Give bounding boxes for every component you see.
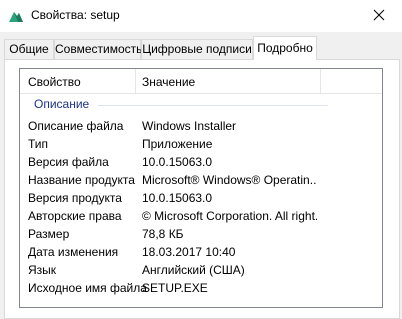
property-name: Язык — [28, 263, 57, 277]
property-name: Версия файла — [28, 155, 109, 169]
property-value: 18.03.2017 10:40 — [142, 245, 236, 259]
property-name: Дата изменения — [28, 245, 119, 259]
title-bar: Свойства: setup — [0, 0, 402, 32]
property-name: Название продукта — [28, 173, 135, 187]
window-title: Свойства: setup — [31, 8, 120, 22]
column-divider[interactable] — [320, 69, 321, 93]
list-item[interactable]: Размер 78,8 КБ — [20, 226, 382, 244]
column-header-property[interactable]: Свойство — [28, 75, 81, 89]
list-item[interactable]: Язык Английский (США) — [20, 262, 382, 280]
group-divider — [98, 105, 328, 106]
list-item[interactable]: Версия продукта 10.0.15063.0 — [20, 190, 382, 208]
property-name: Авторские права — [28, 209, 122, 223]
property-name: Исходное имя файла — [28, 281, 147, 295]
property-value: Microsoft® Windows® Operatin... — [142, 173, 317, 187]
list-item[interactable]: Исходное имя файла SETUP.EXE — [20, 280, 382, 298]
list-item[interactable]: Авторские права © Microsoft Corporation.… — [20, 208, 382, 226]
list-item[interactable]: Дата изменения 18.03.2017 10:40 — [20, 244, 382, 262]
property-name: Тип — [28, 137, 49, 151]
column-header-row: Свойство Значение — [20, 69, 382, 94]
setup-package-icon — [8, 8, 24, 24]
property-name: Размер — [28, 227, 70, 241]
property-value: 10.0.15063.0 — [142, 155, 213, 169]
list-item[interactable]: Название продукта Microsoft® Windows® Op… — [20, 172, 382, 190]
close-button[interactable] — [356, 0, 402, 32]
tab-strip: Общие Совместимость Цифровые подписи Под… — [0, 36, 402, 60]
property-value: 78,8 КБ — [142, 227, 184, 241]
list-item[interactable]: Версия файла 10.0.15063.0 — [20, 154, 382, 172]
group-header-description: Описание — [20, 97, 382, 113]
tab-details[interactable]: Подробно — [253, 36, 317, 60]
property-name: Описание файла — [28, 119, 124, 133]
tab-digital-signatures[interactable]: Цифровые подписи — [141, 39, 253, 59]
tab-general[interactable]: Общие — [4, 39, 54, 59]
column-divider[interactable] — [135, 69, 136, 93]
property-value: Windows Installer — [142, 119, 237, 133]
property-value: © Microsoft Corporation. All right... — [142, 209, 317, 223]
details-list[interactable]: Свойство Значение Описание Описание файл… — [19, 68, 383, 308]
property-value: 10.0.15063.0 — [142, 191, 213, 205]
property-name: Версия продукта — [28, 191, 122, 205]
column-header-value[interactable]: Значение — [142, 75, 195, 89]
property-value: Английский (США) — [142, 263, 245, 277]
close-icon — [373, 9, 385, 24]
property-value: Приложение — [142, 137, 213, 151]
list-item[interactable]: Описание файла Windows Installer — [20, 118, 382, 136]
group-label: Описание — [34, 97, 90, 111]
property-value: SETUP.EXE — [142, 281, 208, 295]
list-item[interactable]: Тип Приложение — [20, 136, 382, 154]
tab-compatibility[interactable]: Совместимость — [54, 39, 142, 59]
